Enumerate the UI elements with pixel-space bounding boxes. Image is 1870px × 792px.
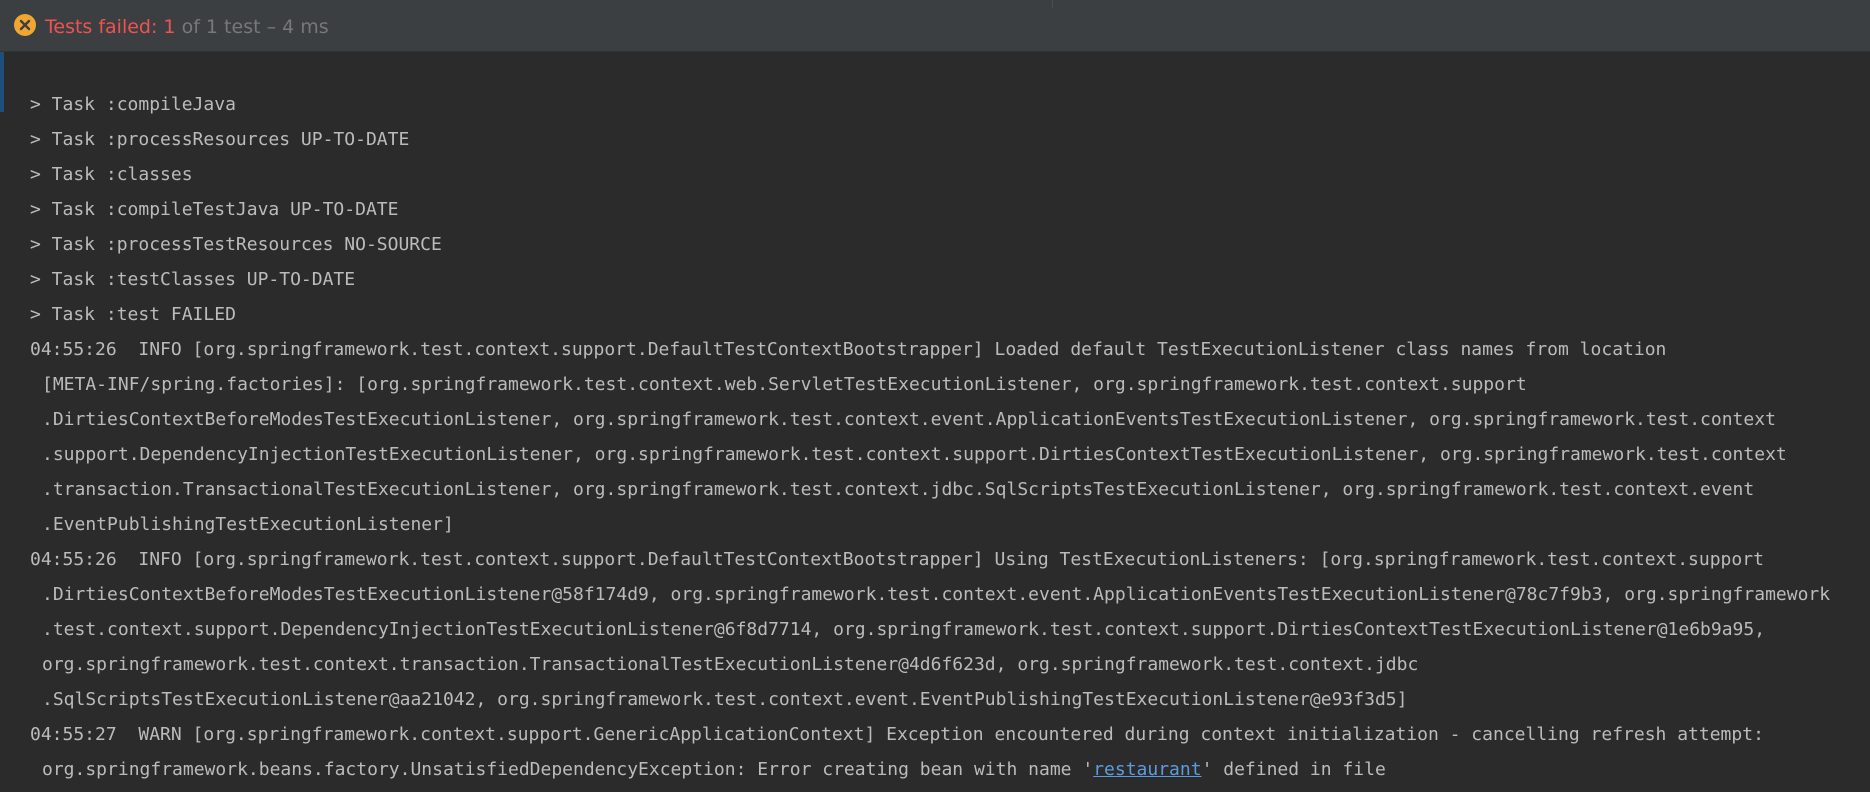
- tests-failed-label: Tests failed: 1: [45, 16, 176, 38]
- console-line: [META-INF/spring.factories]: [org.spring…: [42, 374, 1527, 395]
- bean-name-link[interactable]: restaurant: [1093, 759, 1201, 780]
- console-line: org.springframework.test.context.transac…: [42, 654, 1419, 675]
- console-line: > Task :testClasses UP-TO-DATE: [30, 269, 356, 290]
- console-line: .test.context.support.DependencyInjectio…: [42, 619, 1766, 640]
- exception-text: org.springframework.beans.factory.Unsati…: [42, 759, 1094, 780]
- console-line: .support.DependencyInjectionTestExecutio…: [42, 444, 1787, 465]
- test-status-bar: Tests failed: 1 of 1 test – 4 ms: [0, 0, 1870, 52]
- console-line: .DirtiesContextBeforeModesTestExecutionL…: [42, 584, 1831, 605]
- console-line: 04:55:27 WARN [org.springframework.conte…: [30, 724, 1764, 745]
- console-line: .DirtiesContextBeforeModesTestExecutionL…: [42, 409, 1776, 430]
- test-count-duration: of 1 test – 4 ms: [175, 16, 329, 38]
- console-output[interactable]: > Task :compileJava > Task :processResou…: [0, 52, 1870, 792]
- console-line: > Task :processResources UP-TO-DATE: [30, 129, 410, 150]
- test-summary[interactable]: Tests failed: 1 of 1 test – 4 ms: [45, 15, 329, 39]
- console-line: .transaction.TransactionalTestExecutionL…: [42, 479, 1755, 500]
- console-line: > Task :test FAILED: [30, 304, 236, 325]
- console-line: 04:55:26 INFO [org.springframework.test.…: [30, 339, 1667, 360]
- console-line: 04:55:26 INFO [org.springframework.test.…: [30, 549, 1764, 570]
- console-line: .EventPublishingTestExecutionListener]: [42, 514, 454, 535]
- exception-text-suffix: ' defined in file: [1201, 759, 1386, 780]
- toolbar-divider: [1052, 0, 1053, 8]
- console-line: .SqlScriptsTestExecutionListener@aa21042…: [42, 689, 1408, 710]
- console-line: org.springframework.beans.factory.Unsati…: [42, 758, 1386, 782]
- error-circle-icon: [14, 14, 36, 36]
- console-line: > Task :compileTestJava UP-TO-DATE: [30, 199, 399, 220]
- console-line: > Task :classes: [30, 164, 193, 185]
- console-line: > Task :compileJava: [30, 94, 236, 115]
- console-line: > Task :processTestResources NO-SOURCE: [30, 234, 442, 255]
